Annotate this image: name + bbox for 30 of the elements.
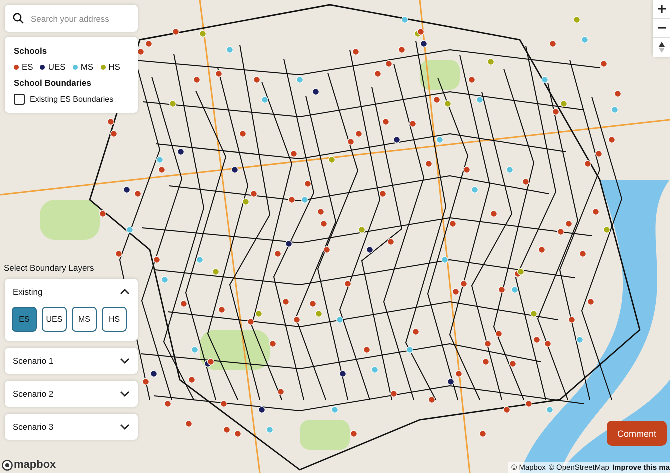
layer-button[interactable]: HS	[102, 307, 127, 332]
chevron-down-icon	[120, 391, 130, 397]
zoom-in-button[interactable]	[653, 0, 670, 19]
chevron-down-icon	[120, 424, 130, 430]
boundaries-checkbox[interactable]: Existing ES Boundaries	[14, 94, 129, 105]
compass-icon	[658, 42, 664, 53]
legend-label: MS	[80, 62, 94, 72]
layer-button[interactable]: MS	[72, 307, 97, 332]
legend-label: UES	[48, 62, 66, 72]
chevron-down-icon	[120, 358, 130, 364]
search-field[interactable]: Search your address	[5, 5, 138, 32]
legend-title: Schools	[14, 46, 48, 56]
search-icon	[13, 13, 24, 24]
legend-label: HS	[108, 62, 120, 72]
legend-title: School Boundaries	[14, 78, 92, 88]
layer-button[interactable]: UES	[42, 307, 67, 332]
accordion-header[interactable]: Existing	[5, 279, 138, 305]
logo-text: mapbox	[14, 459, 56, 471]
compass-button[interactable]	[653, 38, 670, 57]
accordion-header[interactable]: Scenario 1	[5, 348, 138, 374]
minus-icon	[658, 27, 666, 29]
layers-title: Select Boundary Layers	[4, 263, 96, 273]
legend-label: ES	[22, 62, 34, 72]
accordion-header[interactable]: Scenario 3	[5, 414, 138, 440]
chevron-up-icon	[120, 289, 130, 295]
comment-button[interactable]: Comment	[607, 421, 667, 446]
zoom-out-button[interactable]	[653, 19, 670, 38]
accordion-header[interactable]: Scenario 2	[5, 381, 138, 407]
plus-icon	[658, 5, 666, 13]
layer-button[interactable]: ES	[12, 307, 37, 332]
